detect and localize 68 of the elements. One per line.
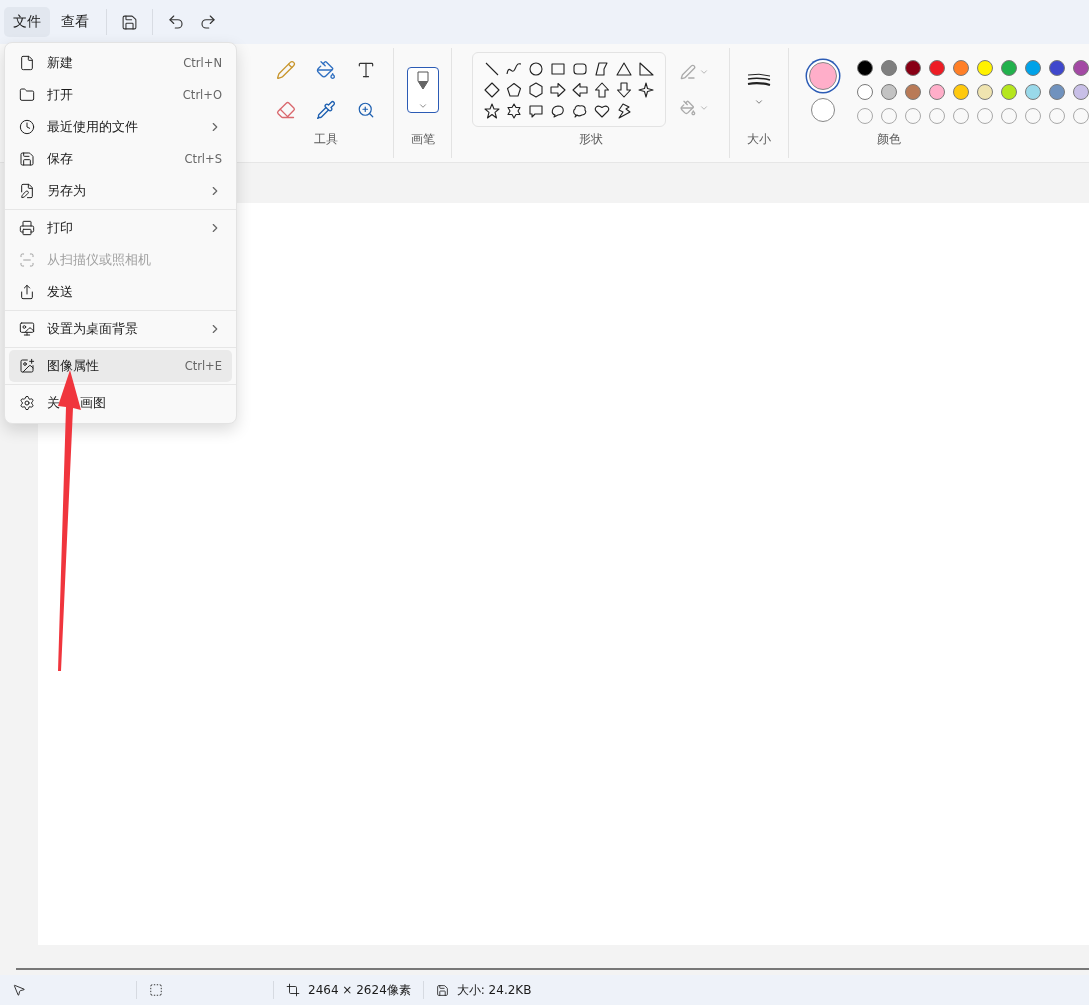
group-label: 工具 (313, 131, 338, 148)
eraser-icon (275, 99, 296, 120)
color-swatch[interactable] (929, 84, 945, 100)
color-swatch[interactable] (857, 84, 873, 100)
brush-button[interactable] (406, 66, 439, 113)
group-label: 画笔 (410, 131, 435, 148)
menu-item[interactable]: 另存为 (9, 175, 232, 207)
menu-item[interactable]: 最近使用的文件 (9, 111, 232, 143)
line-width-icon (747, 72, 771, 89)
save-icon (19, 151, 35, 167)
share-icon (19, 284, 35, 300)
brush-icon (415, 70, 430, 91)
menu-tab[interactable]: 查看 (52, 7, 98, 37)
menu-item[interactable]: 关 画图 (9, 387, 232, 419)
menu-item[interactable]: 设置为桌面背景 (9, 313, 232, 345)
color-swatch[interactable] (1025, 84, 1041, 100)
pencil-icon (275, 59, 296, 80)
color-swatch[interactable] (905, 60, 921, 76)
settings-icon (19, 395, 35, 411)
canvas-size-text: 2464 × 2624像素 (308, 981, 411, 999)
color-swatch[interactable] (1001, 84, 1017, 100)
menu-item[interactable]: 保存 Ctrl+S (9, 143, 232, 175)
file-size-text: 大小: 24.2KB (456, 981, 532, 999)
file-pen-icon (19, 183, 35, 199)
current-color[interactable] (811, 98, 835, 122)
pointer-icon (12, 983, 26, 997)
group-label: 颜色 (877, 131, 901, 148)
paint-bucket-icon (315, 59, 336, 80)
menu-item[interactable]: 图像属性 Ctrl+E (9, 350, 232, 382)
line-size-dropdown[interactable] (747, 72, 771, 107)
selection-icon (149, 983, 163, 997)
color-swatch[interactable] (881, 60, 897, 76)
canvas-size-icon (286, 983, 300, 997)
current-color[interactable] (809, 62, 837, 90)
file-icon (19, 55, 35, 71)
pipette-icon (315, 99, 336, 120)
color-swatch[interactable] (977, 84, 993, 100)
menu-item[interactable]: 打印 (9, 212, 232, 244)
group-label: 大小 (747, 131, 771, 148)
paint-bucket-icon (680, 99, 696, 116)
color-swatch[interactable] (1073, 60, 1089, 76)
color-swatch[interactable] (881, 84, 897, 100)
color-swatch[interactable] (1025, 60, 1041, 76)
color-swatch[interactable] (953, 84, 969, 100)
color-swatch[interactable] (929, 60, 945, 76)
folder-icon (19, 87, 35, 103)
image-icon (19, 358, 35, 374)
color-swatch[interactable] (1001, 60, 1017, 76)
pen-icon (680, 63, 696, 80)
clock-icon (19, 119, 35, 135)
color-swatch[interactable] (1049, 60, 1065, 76)
printer-icon (19, 220, 35, 236)
save-icon (435, 983, 449, 997)
menu-tab[interactable]: 文件 (4, 7, 50, 37)
menu-item[interactable]: 新建 Ctrl+N (9, 47, 232, 79)
color-swatch[interactable] (1073, 84, 1089, 100)
scrollbar-thumb[interactable] (16, 968, 1089, 970)
color-swatch[interactable] (953, 60, 969, 76)
color-swatch[interactable] (977, 60, 993, 76)
menu-item[interactable]: 打开 Ctrl+O (9, 79, 232, 111)
color-swatch[interactable] (1049, 84, 1065, 100)
scanner-icon (19, 252, 35, 268)
group-label: 形状 (578, 131, 603, 148)
wallpaper-icon (19, 321, 35, 337)
menu-item[interactable]: 发送 (9, 276, 232, 308)
color-swatch[interactable] (857, 60, 873, 76)
zoom-icon (356, 100, 375, 119)
color-swatch[interactable] (905, 84, 921, 100)
